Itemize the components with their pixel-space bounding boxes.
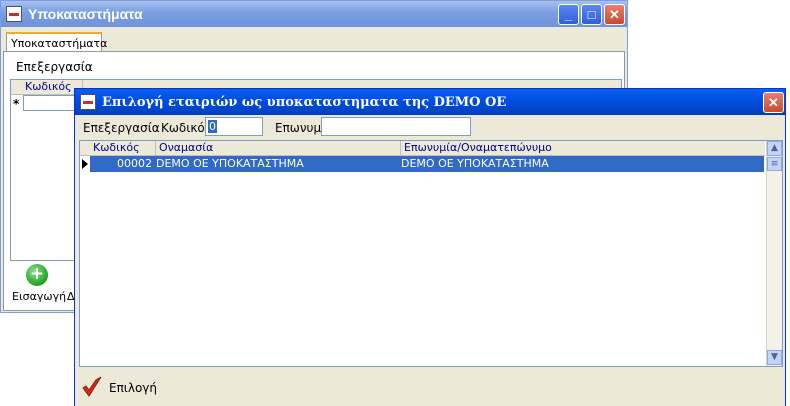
- branches-titlebar[interactable]: Υποκαταστήματα _ □ ✕: [1, 1, 627, 27]
- column-header-code[interactable]: Κωδικός: [90, 141, 156, 155]
- vertical-scrollbar[interactable]: ▲ ≡ ▼: [766, 141, 782, 366]
- companies-grid-header: Κωδικός Οναμασία Επωνυμία/Οναματεπώνυμο: [80, 141, 767, 156]
- table-row[interactable]: 00002 DEMO OE ΥΠΟΚΑΤΑΣΤΗΜΑ DEMO OE ΥΠΟΚΑ…: [90, 156, 764, 172]
- close-icon[interactable]: ✕: [763, 92, 784, 113]
- window-title: Υποκαταστήματα: [28, 6, 143, 22]
- close-icon[interactable]: ✕: [604, 4, 625, 25]
- cell-title: DEMO OE ΥΠΟΚΑΤΑΣΤΗΜΑ: [156, 157, 304, 170]
- scroll-down-icon[interactable]: ▼: [767, 350, 782, 365]
- companies-grid[interactable]: Κωδικός Οναμασία Επωνυμία/Οναματεπώνυμο …: [79, 140, 783, 367]
- app-icon: [80, 94, 96, 110]
- scroll-up-icon[interactable]: ▲: [767, 141, 782, 156]
- maximize-icon[interactable]: □: [581, 4, 602, 25]
- code-filter-input[interactable]: 0: [205, 117, 263, 136]
- new-row-marker: *: [13, 97, 20, 111]
- name-filter-input[interactable]: [321, 117, 471, 136]
- dialog-titlebar[interactable]: Επιλογή εταιριών ως υποκαταστηματα της D…: [75, 89, 785, 115]
- tab-branches[interactable]: Υποκαταστήματα: [6, 32, 107, 52]
- edit-menu[interactable]: Επεξεργασία: [16, 60, 93, 74]
- minimize-icon[interactable]: _: [558, 4, 579, 25]
- tab-branches-label: Υποκαταστήματα: [11, 37, 108, 50]
- select-button[interactable]: Επιλογή: [79, 373, 159, 401]
- add-button-label: Εισαγωγή: [12, 290, 67, 303]
- column-header-name[interactable]: Επωνυμία/Οναματεπώνυμο: [401, 141, 767, 155]
- select-companies-dialog: Επιλογή εταιριών ως υποκαταστηματα της D…: [74, 88, 786, 406]
- column-header-title[interactable]: Οναμασία: [156, 141, 401, 155]
- add-button[interactable]: + Εισαγωγή: [8, 264, 66, 306]
- cell-code: 00002: [117, 157, 152, 170]
- row-pointer-icon: [82, 159, 88, 169]
- new-row-code-cell[interactable]: [23, 95, 79, 111]
- select-button-label: Επιλογή: [109, 381, 158, 395]
- plus-circle-icon: +: [26, 264, 48, 286]
- scroll-thumb[interactable]: ≡: [767, 157, 782, 171]
- dialog-edit-menu[interactable]: Επεξεργασία: [83, 121, 160, 135]
- code-filter-value: 0: [208, 120, 217, 133]
- checkmark-icon: [82, 376, 102, 397]
- cell-name: DEMO OE ΥΠΟΚΑΤΑΣΤΗΜΑ: [401, 157, 549, 170]
- app-icon: [6, 6, 22, 22]
- dialog-title: Επιλογή εταιριών ως υποκαταστηματα της D…: [102, 95, 507, 110]
